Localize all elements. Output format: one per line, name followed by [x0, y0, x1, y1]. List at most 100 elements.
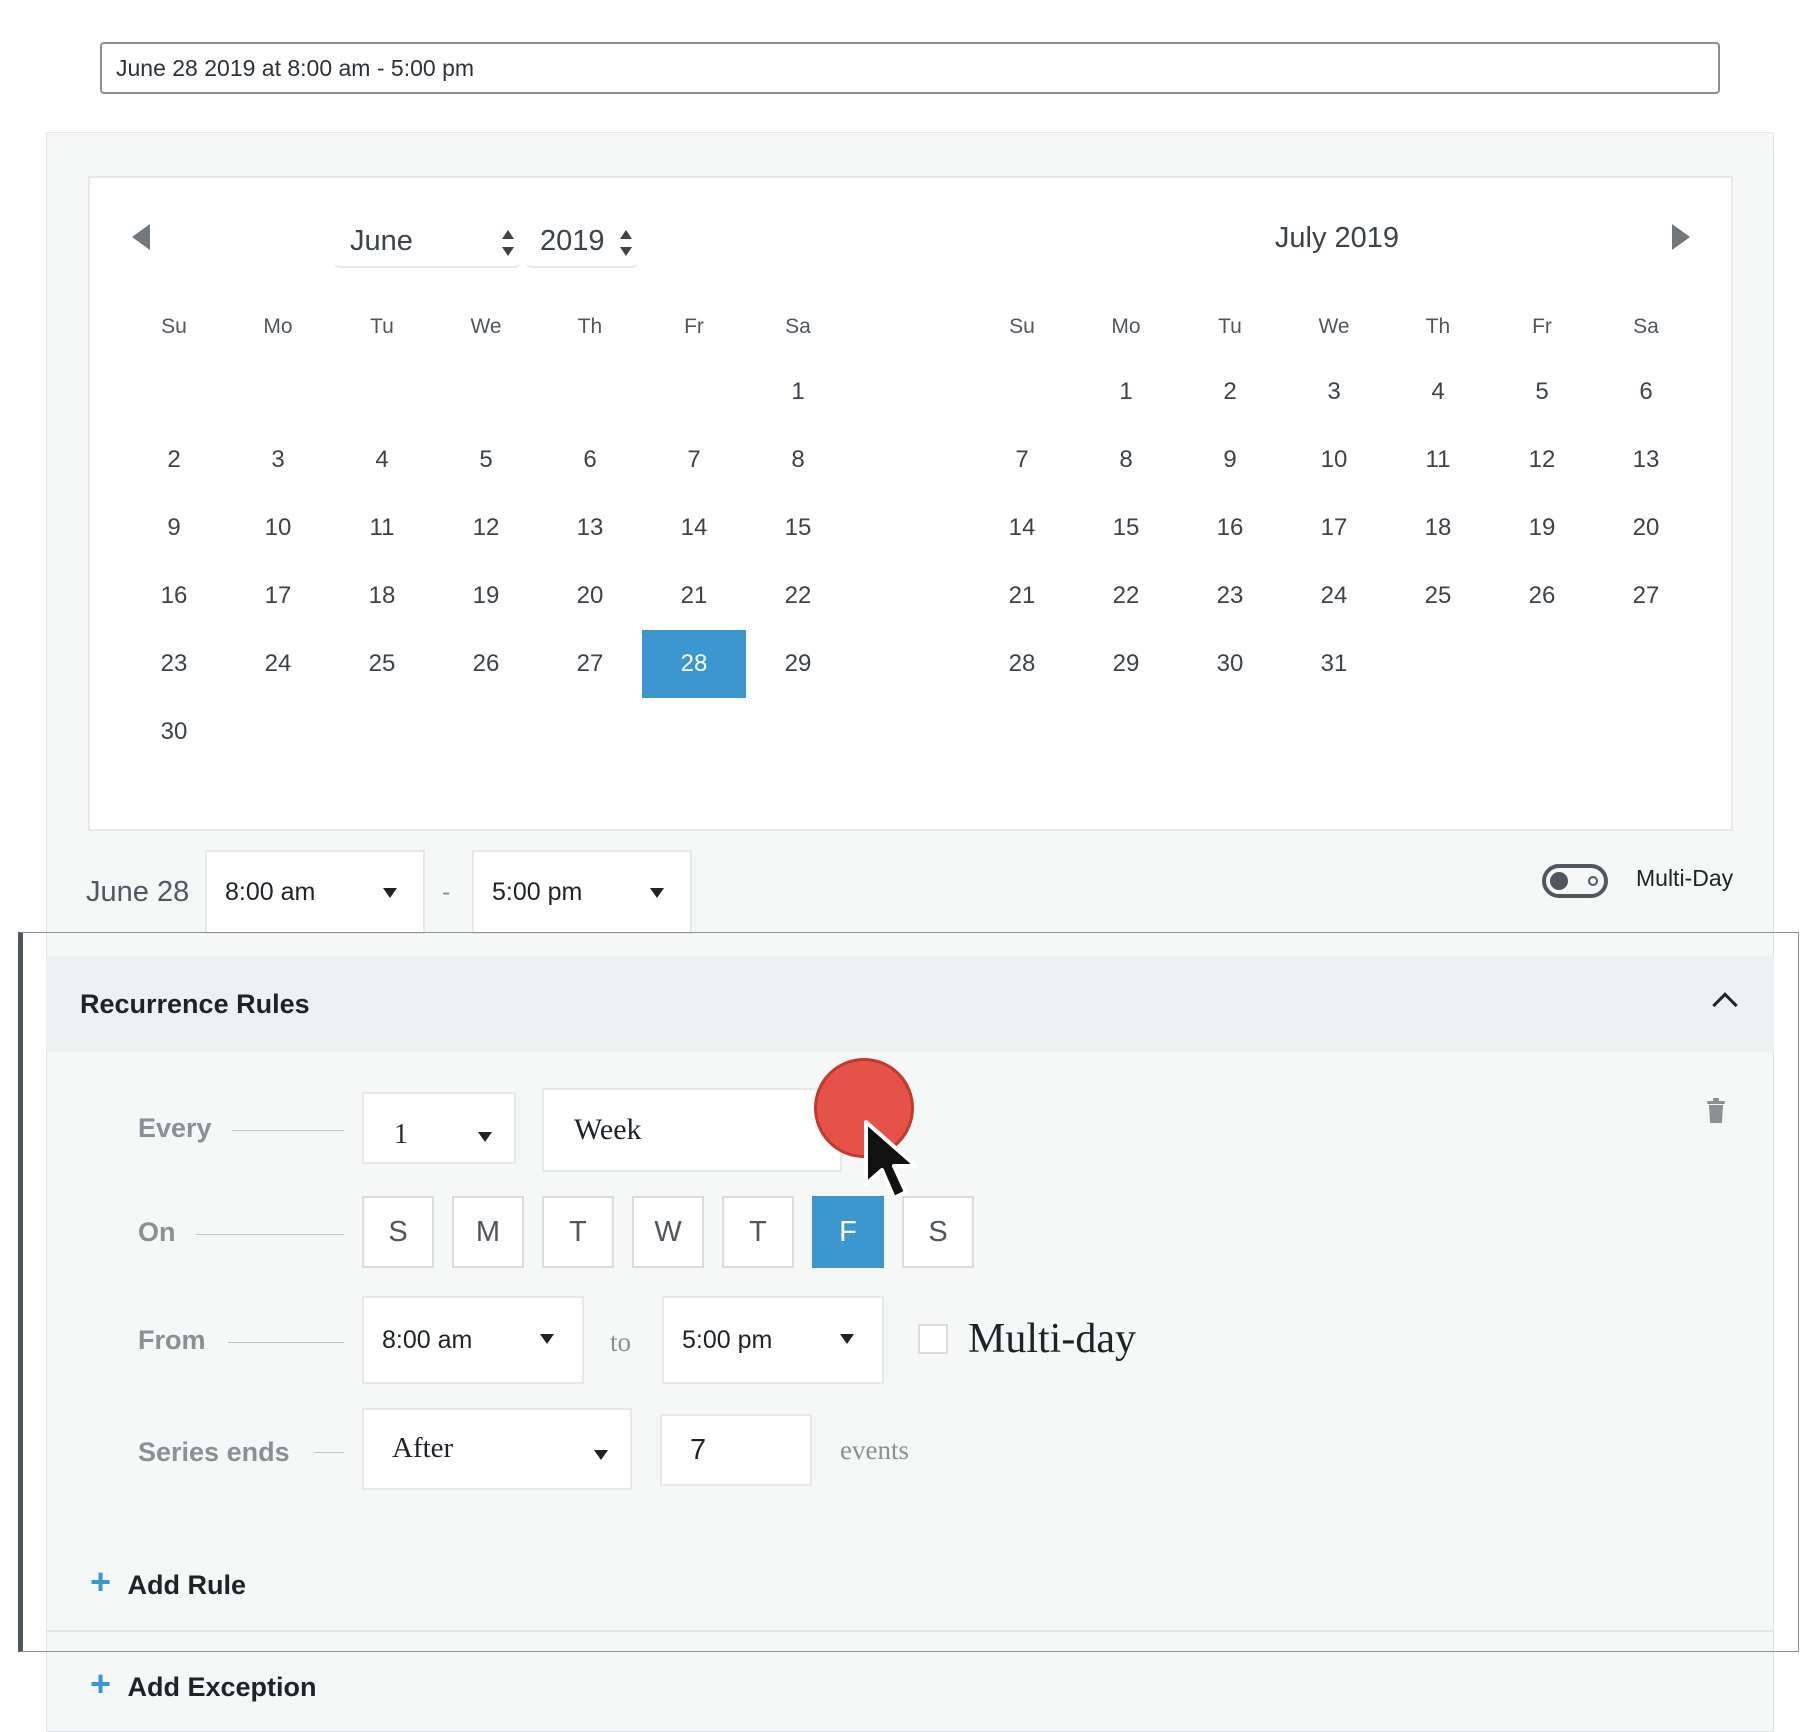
june-day[interactable]: 30: [122, 698, 226, 766]
june-day[interactable]: 2: [122, 426, 226, 494]
june-day[interactable]: 12: [434, 494, 538, 562]
july-day[interactable]: 10: [1282, 426, 1386, 494]
june-day[interactable]: 7: [642, 426, 746, 494]
june-day[interactable]: 16: [122, 562, 226, 630]
interval-select[interactable]: Week: [542, 1088, 842, 1172]
june-day[interactable]: 14: [642, 494, 746, 562]
rule-end-time-value: 5:00 pm: [682, 1326, 773, 1354]
july-day[interactable]: 18: [1386, 494, 1490, 562]
july-day[interactable]: 17: [1282, 494, 1386, 562]
dropdown-arrow-icon: [383, 888, 397, 898]
weekday-toggle-button[interactable]: T: [722, 1196, 794, 1268]
arrow-right-icon[interactable]: [1672, 224, 1690, 250]
rule-start-time-select[interactable]: 8:00 am: [362, 1296, 584, 1384]
row-connector: [196, 1234, 344, 1235]
interval-value: Week: [574, 1113, 642, 1146]
july-day[interactable]: 16: [1178, 494, 1282, 562]
july-day[interactable]: 23: [1178, 562, 1282, 630]
july-day[interactable]: 20: [1594, 494, 1698, 562]
june-day[interactable]: 8: [746, 426, 850, 494]
weekday-toggle-button[interactable]: S: [902, 1196, 974, 1268]
arrow-left-icon[interactable]: [132, 224, 150, 250]
multiday-toggle-label: Multi-Day: [1636, 865, 1734, 891]
july-day[interactable]: 3: [1282, 358, 1386, 426]
july-weekday-header: Sa: [1633, 315, 1659, 338]
june-day[interactable]: 3: [226, 426, 330, 494]
july-day[interactable]: 28: [970, 630, 1074, 698]
add-exception-button[interactable]: + Add Exception: [90, 1664, 317, 1707]
weekday-toggle-button[interactable]: T: [542, 1196, 614, 1268]
recurrence-title: Recurrence Rules: [80, 989, 310, 1019]
july-day[interactable]: 11: [1386, 426, 1490, 494]
june-day[interactable]: 6: [538, 426, 642, 494]
series-ends-label: Series ends: [138, 1437, 290, 1467]
july-day[interactable]: 24: [1282, 562, 1386, 630]
june-day[interactable]: 19: [434, 562, 538, 630]
july-weekday-header: Mo: [1111, 315, 1141, 338]
june-day[interactable]: 23: [122, 630, 226, 698]
july-day[interactable]: 4: [1386, 358, 1490, 426]
july-day[interactable]: 19: [1490, 494, 1594, 562]
july-day[interactable]: 21: [970, 562, 1074, 630]
add-rule-button[interactable]: + Add Rule: [90, 1562, 246, 1605]
weekday-toggle-button[interactable]: W: [632, 1196, 704, 1268]
june-day[interactable]: 24: [226, 630, 330, 698]
start-time-select[interactable]: 8:00 am: [205, 850, 425, 934]
month-select[interactable]: June: [334, 218, 520, 268]
july-day[interactable]: 8: [1074, 426, 1178, 494]
trash-icon[interactable]: [1706, 1098, 1726, 1124]
june-day[interactable]: 22: [746, 562, 850, 630]
june-day[interactable]: 5: [434, 426, 538, 494]
month-title-july: July 2019: [1274, 222, 1400, 254]
june-day[interactable]: 20: [538, 562, 642, 630]
end-time-select[interactable]: 5:00 pm: [472, 850, 692, 934]
june-day[interactable]: 18: [330, 562, 434, 630]
june-day[interactable]: 9: [122, 494, 226, 562]
series-count-input[interactable]: 7: [660, 1414, 812, 1486]
july-day[interactable]: 27: [1594, 562, 1698, 630]
series-ends-select[interactable]: After: [362, 1408, 632, 1490]
july-day[interactable]: 22: [1074, 562, 1178, 630]
multiday-checkbox[interactable]: [918, 1324, 948, 1354]
multiday-toggle[interactable]: [1542, 864, 1608, 898]
july-day[interactable]: 12: [1490, 426, 1594, 494]
date-summary-input[interactable]: June 28 2019 at 8:00 am - 5:00 pm: [100, 42, 1720, 94]
july-day[interactable]: 29: [1074, 630, 1178, 698]
july-day[interactable]: 7: [970, 426, 1074, 494]
july-day[interactable]: 25: [1386, 562, 1490, 630]
july-day[interactable]: 9: [1178, 426, 1282, 494]
july-day[interactable]: 13: [1594, 426, 1698, 494]
june-day[interactable]: 25: [330, 630, 434, 698]
weekday-toggle-button[interactable]: F: [812, 1196, 884, 1268]
july-day[interactable]: 30: [1178, 630, 1282, 698]
june-day[interactable]: 11: [330, 494, 434, 562]
july-day[interactable]: 5: [1490, 358, 1594, 426]
july-day[interactable]: 6: [1594, 358, 1698, 426]
july-day[interactable]: 15: [1074, 494, 1178, 562]
june-weekday-header: Th: [577, 315, 603, 338]
weekday-toggle-button[interactable]: M: [452, 1196, 524, 1268]
june-day[interactable]: 27: [538, 630, 642, 698]
june-day[interactable]: 10: [226, 494, 330, 562]
june-weekday-header: Sa: [785, 315, 811, 338]
july-day[interactable]: 2: [1178, 358, 1282, 426]
weekday-toggle-button[interactable]: S: [362, 1196, 434, 1268]
rule-end-time-select[interactable]: 5:00 pm: [662, 1296, 884, 1384]
july-day[interactable]: 14: [970, 494, 1074, 562]
june-day[interactable]: 28: [642, 630, 746, 698]
year-select[interactable]: 2019: [526, 218, 638, 268]
june-day[interactable]: 29: [746, 630, 850, 698]
every-label: Every: [138, 1113, 212, 1143]
july-day[interactable]: 31: [1282, 630, 1386, 698]
june-day[interactable]: 13: [538, 494, 642, 562]
june-day[interactable]: 17: [226, 562, 330, 630]
june-day[interactable]: 4: [330, 426, 434, 494]
june-weekday-header: We: [470, 315, 502, 338]
june-day[interactable]: 21: [642, 562, 746, 630]
july-day[interactable]: 26: [1490, 562, 1594, 630]
june-day[interactable]: 15: [746, 494, 850, 562]
june-day[interactable]: 1: [746, 358, 850, 426]
every-number-select[interactable]: 1: [362, 1092, 516, 1164]
june-day[interactable]: 26: [434, 630, 538, 698]
july-day[interactable]: 1: [1074, 358, 1178, 426]
